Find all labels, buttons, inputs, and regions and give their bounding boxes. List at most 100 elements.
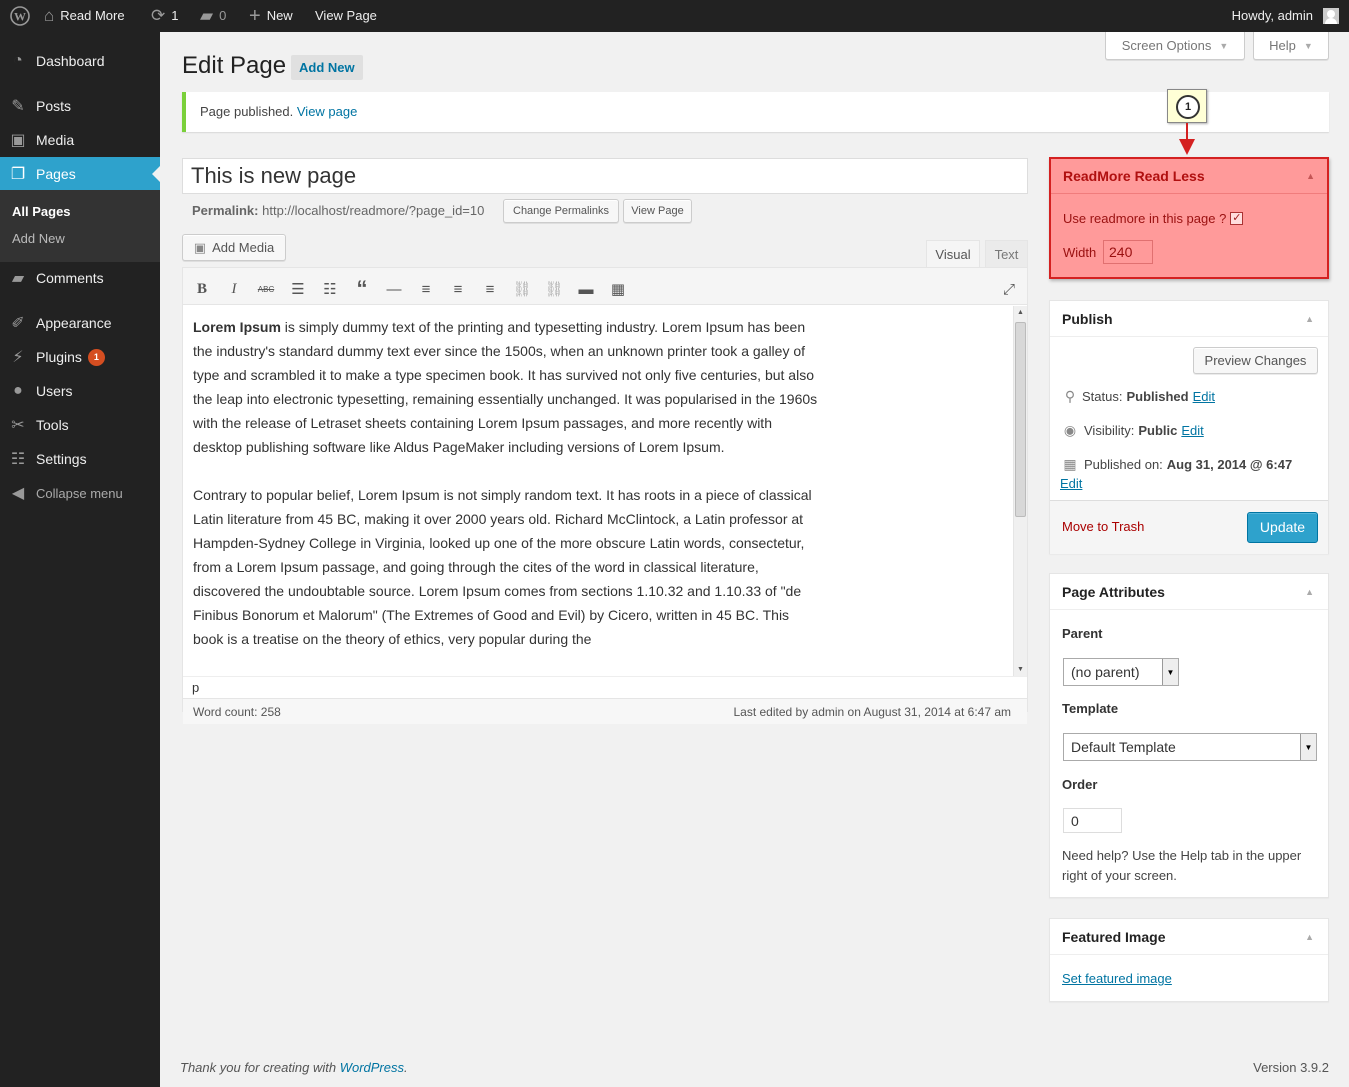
page-attributes-header[interactable]: Page Attributes ▲ bbox=[1050, 574, 1328, 610]
blockquote-icon[interactable]: “ bbox=[351, 276, 373, 301]
update-button[interactable]: Update bbox=[1247, 512, 1318, 543]
width-label: Width bbox=[1063, 245, 1097, 260]
menu-item-media[interactable]: ▣ Media bbox=[0, 123, 160, 157]
menu-item-settings[interactable]: ☷ Settings bbox=[0, 442, 160, 476]
comments-link[interactable]: ▰ 0 bbox=[200, 0, 226, 32]
order-input[interactable]: 0 bbox=[1063, 808, 1122, 833]
tab-text[interactable]: Text bbox=[985, 240, 1028, 267]
use-readmore-checkbox[interactable]: ✓ bbox=[1230, 212, 1244, 225]
template-label: Template bbox=[1062, 701, 1119, 716]
menu-item-posts[interactable]: ✎ Posts bbox=[0, 89, 160, 123]
editor-paragraph: Lorem Ipsum is simply dummy text of the … bbox=[193, 319, 818, 455]
italic-icon[interactable]: I bbox=[223, 278, 245, 300]
view-page-link[interactable]: View page bbox=[297, 104, 357, 119]
menu-item-pages[interactable]: ❐ Pages bbox=[0, 157, 160, 191]
plugin-icon: ⚡ bbox=[12, 349, 24, 366]
new-content-link[interactable]: + New bbox=[249, 0, 293, 32]
comment-icon: ▰ bbox=[11, 270, 25, 287]
menu-item-tools[interactable]: ✂ Tools bbox=[0, 408, 160, 442]
edit-visibility-link[interactable]: Edit bbox=[1181, 423, 1203, 438]
publish-metabox: Publish ▲ Preview Changes ⚲ Status: Publi… bbox=[1049, 300, 1329, 554]
my-account-link[interactable]: Howdy, admin bbox=[1232, 0, 1339, 32]
pages-submenu: All Pages Add New bbox=[0, 190, 160, 262]
preview-changes-button[interactable]: Preview Changes bbox=[1193, 347, 1318, 374]
horizontal-line-icon[interactable]: — bbox=[383, 278, 405, 300]
help-button[interactable]: Help ▼ bbox=[1253, 32, 1329, 60]
scroll-down-icon[interactable]: ▼ bbox=[1014, 663, 1027, 676]
menu-item-comments[interactable]: ▰ Comments bbox=[0, 261, 160, 295]
main-content: Screen Options ▼ Help ▼ Edit Page Add New … bbox=[160, 32, 1349, 1087]
fullscreen-icon[interactable]: ⤢ bbox=[998, 278, 1020, 300]
menu-item-appearance[interactable]: ✐ Appearance bbox=[0, 306, 160, 340]
collapse-arrow-icon[interactable]: ▲ bbox=[1305, 919, 1314, 955]
submenu-add-new[interactable]: Add New bbox=[12, 231, 65, 246]
align-right-icon[interactable]: ≡ bbox=[479, 278, 501, 300]
bold-icon[interactable]: B bbox=[191, 278, 213, 300]
view-page-button[interactable]: View Page bbox=[623, 199, 692, 223]
menu-item-plugins[interactable]: ⚡ Plugins 1 bbox=[0, 340, 160, 374]
edit-date-link[interactable]: Edit bbox=[1060, 476, 1082, 491]
pushpin-icon: ✎ bbox=[11, 98, 25, 115]
order-label: Order bbox=[1062, 777, 1098, 792]
align-center-icon[interactable]: ≡ bbox=[447, 278, 469, 300]
collapse-arrow-icon[interactable]: ▲ bbox=[1306, 159, 1315, 194]
media-icon: ▣ bbox=[10, 132, 26, 149]
wordpress-logo-icon[interactable]: W bbox=[10, 0, 30, 32]
wordpress-link[interactable]: WordPress bbox=[340, 1060, 404, 1075]
readmore-metabox: ReadMore Read Less ▲ Use readmore in thi… bbox=[1049, 157, 1329, 279]
change-permalinks-button[interactable]: Change Permalinks bbox=[503, 199, 619, 223]
width-input[interactable]: 240 bbox=[1103, 240, 1153, 264]
editor-wrap: B I ABC ☰ ☷ “ — ≡ ≡ ≡ ⛓ ⛓ ▬ ▦ ⤢ Lorem Ip… bbox=[182, 267, 1028, 724]
featured-image-metabox: Featured Image ▲ Set featured image bbox=[1049, 918, 1329, 1002]
word-count: Word count: 258 bbox=[193, 705, 281, 719]
publish-header[interactable]: Publish ▲ bbox=[1050, 301, 1328, 337]
footer-version: Version 3.9.2 bbox=[1253, 1060, 1329, 1075]
status-row: ⚲ Status: Published Edit bbox=[1062, 388, 1215, 405]
svg-text:W: W bbox=[14, 10, 26, 24]
post-title-input[interactable]: This is new page bbox=[182, 158, 1028, 194]
readmore-metabox-header[interactable]: ReadMore Read Less ▲ bbox=[1051, 159, 1327, 194]
collapse-arrow-icon[interactable]: ▲ bbox=[1305, 301, 1314, 337]
featured-image-header[interactable]: Featured Image ▲ bbox=[1050, 919, 1328, 955]
plugins-update-badge: 1 bbox=[87, 348, 105, 366]
editor-scrollbar[interactable]: ▲ ▼ bbox=[1013, 306, 1027, 676]
align-left-icon[interactable]: ≡ bbox=[415, 278, 437, 300]
screen-options-button[interactable]: Screen Options ▼ bbox=[1105, 32, 1245, 60]
numbered-list-icon[interactable]: ☷ bbox=[319, 278, 341, 300]
set-featured-image-link[interactable]: Set featured image bbox=[1062, 971, 1172, 986]
toolbar-toggle-icon[interactable]: ▦ bbox=[607, 278, 629, 300]
permalink-url: http://localhost/readmore/?page_id=10 bbox=[262, 203, 485, 218]
site-name-link[interactable]: ⌂ Read More bbox=[44, 0, 125, 32]
menu-item-users[interactable]: ● Users bbox=[0, 374, 160, 408]
tab-visual[interactable]: Visual bbox=[926, 240, 980, 267]
view-page-link[interactable]: View Page bbox=[315, 0, 377, 32]
add-new-page-button[interactable]: Add New bbox=[291, 55, 363, 80]
link-icon[interactable]: ⛓ bbox=[511, 278, 533, 300]
visibility-row: ◉ Visibility: Public Edit bbox=[1060, 422, 1204, 439]
add-media-button[interactable]: ▣ Add Media bbox=[182, 234, 286, 261]
strikethrough-icon[interactable]: ABC bbox=[255, 278, 277, 300]
template-select[interactable]: Default Template ▼ bbox=[1063, 733, 1317, 761]
scroll-up-icon[interactable]: ▲ bbox=[1014, 306, 1027, 319]
edit-status-link[interactable]: Edit bbox=[1193, 389, 1215, 404]
bullet-list-icon[interactable]: ☰ bbox=[287, 278, 309, 300]
collapse-menu-button[interactable]: ◀ Collapse menu bbox=[0, 476, 160, 510]
editor-status-bar: Word count: 258 Last edited by admin on … bbox=[183, 698, 1027, 724]
scrollbar-thumb[interactable] bbox=[1015, 322, 1026, 517]
read-more-tag-icon[interactable]: ▬ bbox=[575, 278, 597, 300]
published-on-row: ▦ Published on: Aug 31, 2014 @ 6:47 bbox=[1060, 456, 1292, 473]
menu-item-dashboard[interactable]: ◔ Dashboard bbox=[0, 44, 160, 78]
unlink-icon[interactable]: ⛓ bbox=[543, 278, 565, 300]
move-to-trash-link[interactable]: Move to Trash bbox=[1062, 519, 1144, 534]
editor-content[interactable]: Lorem Ipsum is simply dummy text of the … bbox=[193, 315, 818, 675]
plus-icon: + bbox=[249, 5, 261, 27]
editor-path: p bbox=[183, 676, 1027, 698]
submenu-all-pages[interactable]: All Pages bbox=[12, 204, 71, 219]
admin-menu: ◔ Dashboard ✎ Posts ▣ Media ❐ Pages All … bbox=[0, 32, 160, 1087]
chevron-down-icon: ▼ bbox=[1300, 734, 1316, 760]
collapse-arrow-icon[interactable]: ▲ bbox=[1305, 574, 1314, 610]
updates-link[interactable]: ⟳ 1 bbox=[151, 0, 178, 32]
parent-select[interactable]: (no parent) ▼ bbox=[1063, 658, 1179, 686]
footer-thanks: Thank you for creating with WordPress. bbox=[180, 1060, 408, 1075]
pages-icon: ❐ bbox=[10, 166, 26, 183]
